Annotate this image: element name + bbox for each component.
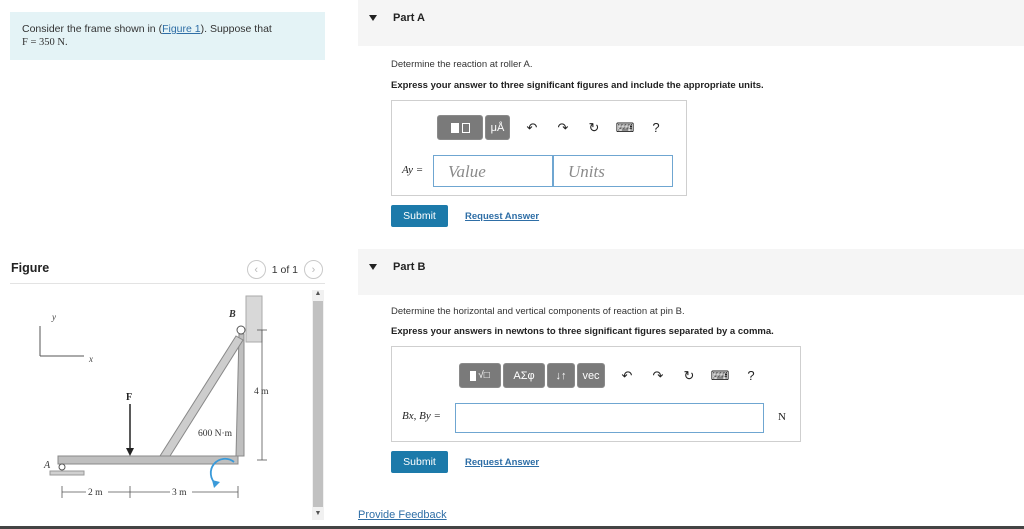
pin-b — [236, 325, 246, 335]
label-moment: 600 N·m — [198, 429, 233, 439]
reset-icon[interactable]: ↻ — [678, 365, 700, 387]
wall-support — [245, 295, 263, 343]
templates-icon[interactable]: √□ — [459, 363, 501, 388]
label-b: B — [228, 309, 236, 320]
collapse-triangle-icon[interactable] — [369, 15, 377, 21]
label-dist-2: 3 m — [172, 488, 187, 498]
help-icon[interactable]: ? — [645, 117, 667, 139]
figure-pager: ‹ 1 of 1 › — [246, 260, 323, 279]
redo-icon[interactable]: ↷ — [552, 117, 574, 139]
roller-a-wheel — [58, 463, 66, 471]
label-f: F — [126, 392, 132, 403]
horizontal-member — [57, 455, 239, 465]
units-placeholder: Units — [568, 162, 605, 181]
pager-label: 1 of 1 — [271, 263, 298, 276]
value-input[interactable]: Value — [433, 155, 553, 187]
part-a-request-answer[interactable]: Request Answer — [465, 211, 539, 222]
provide-feedback-link[interactable]: Provide Feedback — [358, 509, 447, 521]
part-b-submit-button[interactable]: Submit — [391, 451, 448, 473]
templates-icon[interactable] — [437, 115, 483, 140]
keyboard-icon[interactable]: ⌨ — [709, 365, 731, 387]
frame-figure: y x B A F 600 N·m 4 m 2 m 3 m — [10, 290, 310, 520]
figure-title: Figure — [11, 261, 50, 275]
undo-icon[interactable]: ↶ — [521, 117, 543, 139]
bx-by-input[interactable] — [455, 403, 764, 433]
roller-ground — [49, 470, 85, 476]
x-axis-label: x — [88, 354, 93, 364]
y-axis-label: y — [51, 312, 56, 322]
moment-arrowhead — [212, 480, 220, 488]
label-a: A — [43, 460, 51, 471]
collapse-triangle-icon[interactable] — [369, 264, 377, 270]
newton-unit: N — [778, 411, 786, 423]
part-a-instruction-bold: Express your answer to three significant… — [391, 80, 764, 91]
reset-icon[interactable]: ↻ — [583, 117, 605, 139]
help-icon[interactable]: ? — [740, 365, 762, 387]
ay-label: Ay = — [402, 164, 424, 176]
figure-header: Figure ‹ 1 of 1 › — [10, 256, 325, 284]
value-placeholder: Value — [448, 162, 486, 181]
keyboard-icon[interactable]: ⌨ — [614, 117, 636, 139]
force-arrowhead — [126, 448, 134, 456]
part-a-submit-button[interactable]: Submit — [391, 205, 448, 227]
figure-scrollbar[interactable]: ▲ ▼ — [312, 290, 324, 520]
force-value: F = 350 N. — [22, 37, 68, 48]
part-b-title: Part B — [393, 261, 426, 273]
units-button[interactable]: μÅ — [485, 115, 510, 140]
greek-button[interactable]: ΑΣφ — [503, 363, 545, 388]
chevron-right-icon[interactable]: › — [304, 260, 323, 279]
bx-by-label: Bx, By = — [402, 410, 441, 422]
problem-line-1: Consider the frame shown in (Figure 1). … — [22, 23, 272, 35]
part-a-header[interactable]: Part A — [358, 0, 1024, 46]
label-dist-1: 2 m — [88, 488, 103, 498]
part-a-answer-box: μÅ ↶ ↷ ↻ ⌨ ? Ay = Value Units — [391, 100, 687, 196]
part-a-title: Part A — [393, 12, 425, 24]
problem-statement: Consider the frame shown in (Figure 1). … — [10, 12, 325, 60]
part-b-answer-box: √□ ΑΣφ ↓↑ vec ↶ ↷ ↻ ⌨ ? Bx, By = N — [391, 346, 801, 442]
part-a-toolbar: μÅ ↶ ↷ ↻ ⌨ ? — [437, 115, 667, 140]
part-b-header[interactable]: Part B — [358, 249, 1024, 295]
scroll-thumb[interactable] — [313, 301, 323, 507]
label-height: 4 m — [254, 387, 269, 397]
chevron-left-icon[interactable]: ‹ — [246, 260, 266, 279]
part-a-instruction: Determine the reaction at roller A. — [391, 59, 533, 70]
scroll-down-icon[interactable]: ▼ — [312, 510, 324, 520]
vertical-member — [235, 333, 245, 457]
frame-diagram: y x B A F 600 N·m 4 m 2 m 3 m — [39, 295, 269, 498]
part-b-request-answer[interactable]: Request Answer — [465, 457, 539, 468]
redo-icon[interactable]: ↷ — [647, 365, 669, 387]
part-b-instruction-bold: Express your answers in newtons to three… — [391, 326, 774, 337]
figure-link[interactable]: Figure 1 — [162, 23, 201, 35]
part-b-toolbar: √□ ΑΣφ ↓↑ vec ↶ ↷ ↻ ⌨ ? — [459, 363, 762, 388]
arrows-button[interactable]: ↓↑ — [547, 363, 575, 388]
part-b-instruction: Determine the horizontal and vertical co… — [391, 306, 685, 317]
scroll-up-icon[interactable]: ▲ — [312, 290, 324, 300]
vec-button[interactable]: vec — [577, 363, 605, 388]
undo-icon[interactable]: ↶ — [616, 365, 638, 387]
units-input[interactable]: Units — [553, 155, 673, 187]
